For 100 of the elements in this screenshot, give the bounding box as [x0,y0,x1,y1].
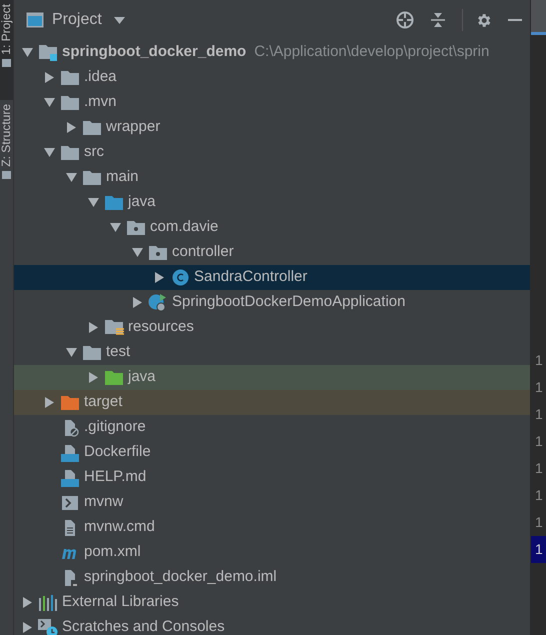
tree-row[interactable]: springboot_docker_demo C:\Application\develop\project\sprin [14,40,530,65]
tree-item-label: .idea [84,67,117,88]
tree-item-label: mvnw [84,492,124,512]
tree-item-label: SpringbootDockerDemoApplication [172,292,406,312]
line-number: 1 [534,486,544,505]
tree-row[interactable]: .gitignore [14,415,530,440]
tree-row[interactable]: mvnw.cmd [14,515,530,540]
resources-folder-icon [104,319,124,336]
tree-row[interactable]: Scratches and Consoles [14,615,530,635]
tree-item-label: SandraController [194,267,308,288]
tree-item-label: springboot_docker_demo.iml [84,567,277,588]
tree-row[interactable]: mvnw [14,490,530,515]
tree-item-label: Scratches and Consoles [62,617,225,635]
tree-row[interactable]: pom.xml [14,540,530,565]
tree-row[interactable]: Dockerfile [14,440,530,465]
tool-window-tab[interactable]: Z: Structure [0,100,13,220]
tree-row[interactable]: SpringbootDockerDemoApplication [14,290,530,315]
libraries-icon [38,594,58,610]
project-path: C:\Application\develop\project\sprin [254,42,490,62]
collapsed-arrow-icon[interactable] [132,297,143,308]
folder-icon [105,195,123,210]
tree-item-label: .mvn [84,92,117,112]
tree-row[interactable]: .idea [14,65,530,90]
tree-item-label: resources [128,317,194,338]
line-number: 1 [534,405,544,424]
tree-item-label: pom.xml [84,542,141,562]
tree-item-label: External Libraries [62,592,179,612]
collapsed-arrow-icon[interactable] [88,372,99,383]
terminal-icon [61,494,79,510]
expanded-arrow-icon[interactable] [44,147,55,158]
project-window-icon [26,12,44,28]
folder-icon [83,170,101,185]
tree-row[interactable]: java [14,190,530,215]
settings-icon[interactable] [475,12,492,28]
tree-row[interactable]: HELP.md [14,465,530,490]
tree-row[interactable]: com.davie [14,215,530,240]
tree-item-label: springboot_docker_demo [62,42,246,62]
minimize-icon[interactable] [508,18,522,22]
collapsed-arrow-icon[interactable] [88,322,99,333]
line-number: 1 [534,432,544,451]
tree-row[interactable]: target [14,390,530,415]
line-number: 1 [534,351,544,370]
tree-item-label: HELP.md [84,467,146,488]
tree-item-label: .gitignore [84,417,146,438]
folder-icon [61,145,79,160]
crosshair-icon[interactable] [396,11,414,29]
project-view-dropdown[interactable]: Project [52,8,125,32]
folder-icon [61,95,79,110]
tree-item-label: java [128,192,156,212]
collapsed-arrow-icon[interactable] [44,397,55,408]
tree-item-label: mvnw.cmd [84,517,155,538]
folder-icon [61,395,79,410]
collapsed-arrow-icon[interactable] [154,272,165,283]
markdown-file-icon [61,468,79,486]
structure-icon [2,170,11,179]
tree-row[interactable]: test [14,340,530,365]
expanded-arrow-icon[interactable] [110,222,121,233]
expanded-arrow-icon[interactable] [22,47,33,58]
folder-icon [83,120,101,135]
expanded-arrow-icon[interactable] [44,97,55,108]
tree-item-label: Dockerfile [84,442,151,462]
folder-icon [105,370,123,385]
collapsed-arrow-icon[interactable] [22,597,33,608]
tree-row[interactable]: controller [14,240,530,265]
docker-file-icon [61,444,79,462]
line-number: 1 [531,536,546,563]
tree-item-label: src [84,142,104,162]
collapse-all-icon[interactable] [430,12,446,28]
collapsed-arrow-icon[interactable] [22,622,33,633]
caret-icon [114,16,125,24]
tree-row[interactable]: main [14,165,530,190]
tree-row[interactable]: java [14,365,530,390]
collapsed-arrow-icon[interactable] [44,72,55,83]
tree-item-label: main [106,167,139,188]
tree-item-label: target [84,392,122,412]
application-class-icon [148,293,168,312]
tree-row[interactable]: wrapper [14,115,530,140]
expanded-arrow-icon[interactable] [66,172,77,183]
module-folder-icon [38,44,58,61]
package-folder-icon [127,220,145,235]
package-folder-icon [149,245,167,260]
tree-item-label: test [106,342,130,362]
tool-window-tab[interactable]: 1: Project [0,0,13,100]
tree-row[interactable]: src [14,140,530,165]
line-number: 1 [534,378,544,397]
expanded-arrow-icon[interactable] [132,247,143,258]
tree-item-label: wrapper [106,117,160,138]
tree-row[interactable]: SandraController [14,265,530,290]
tree-row[interactable]: .mvn [14,90,530,115]
folder-icon [61,70,79,85]
tree-row[interactable]: springboot_docker_demo.iml [14,565,530,590]
tree-row[interactable]: External Libraries [14,590,530,615]
tree-item-label: controller [172,242,234,262]
expanded-arrow-icon[interactable] [88,197,99,208]
tree-row[interactable]: resources [14,315,530,340]
folder-icon [2,58,11,67]
expanded-arrow-icon[interactable] [66,347,77,358]
collapsed-arrow-icon[interactable] [66,122,77,133]
line-number: 1 [534,459,544,478]
line-number: 1 [534,513,544,532]
